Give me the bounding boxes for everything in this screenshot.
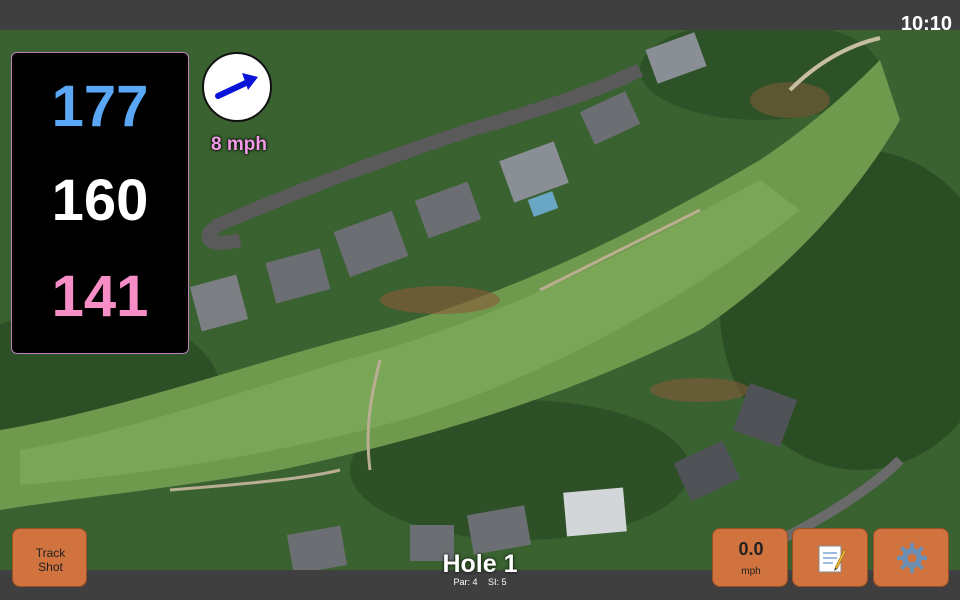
hole-title[interactable]: Hole 1	[380, 550, 580, 579]
wind-arrow-icon	[215, 73, 258, 99]
status-bar: 10:10	[0, 0, 960, 34]
speed-unit: mph	[741, 566, 761, 577]
notes-button[interactable]	[792, 528, 868, 587]
hole-par: Par: 4	[453, 577, 478, 587]
speed-button[interactable]: 0.0 mph	[712, 528, 788, 587]
distance-panel: 177 160 141	[11, 52, 189, 354]
track-shot-label-line1: Track	[35, 546, 66, 560]
hole-stroke-index: SI: 5	[488, 577, 507, 587]
wind-indicator[interactable]	[202, 52, 272, 122]
satellite-map[interactable]: 177 160 141 8 mph	[0, 30, 960, 570]
center-distance: 160	[51, 168, 149, 233]
settings-button[interactable]	[873, 528, 949, 587]
wind-speed: 8 mph	[211, 134, 267, 155]
back-distance: 177	[51, 74, 149, 139]
track-shot-label-line2: Shot	[38, 560, 63, 574]
hole-info: Par: 4 SI: 5	[380, 577, 580, 587]
speed-value: 0.0	[738, 539, 764, 559]
front-distance: 141	[51, 264, 149, 329]
gear-icon	[896, 542, 928, 574]
notepad-icon	[815, 542, 847, 574]
track-shot-button[interactable]: Track Shot	[12, 528, 87, 587]
